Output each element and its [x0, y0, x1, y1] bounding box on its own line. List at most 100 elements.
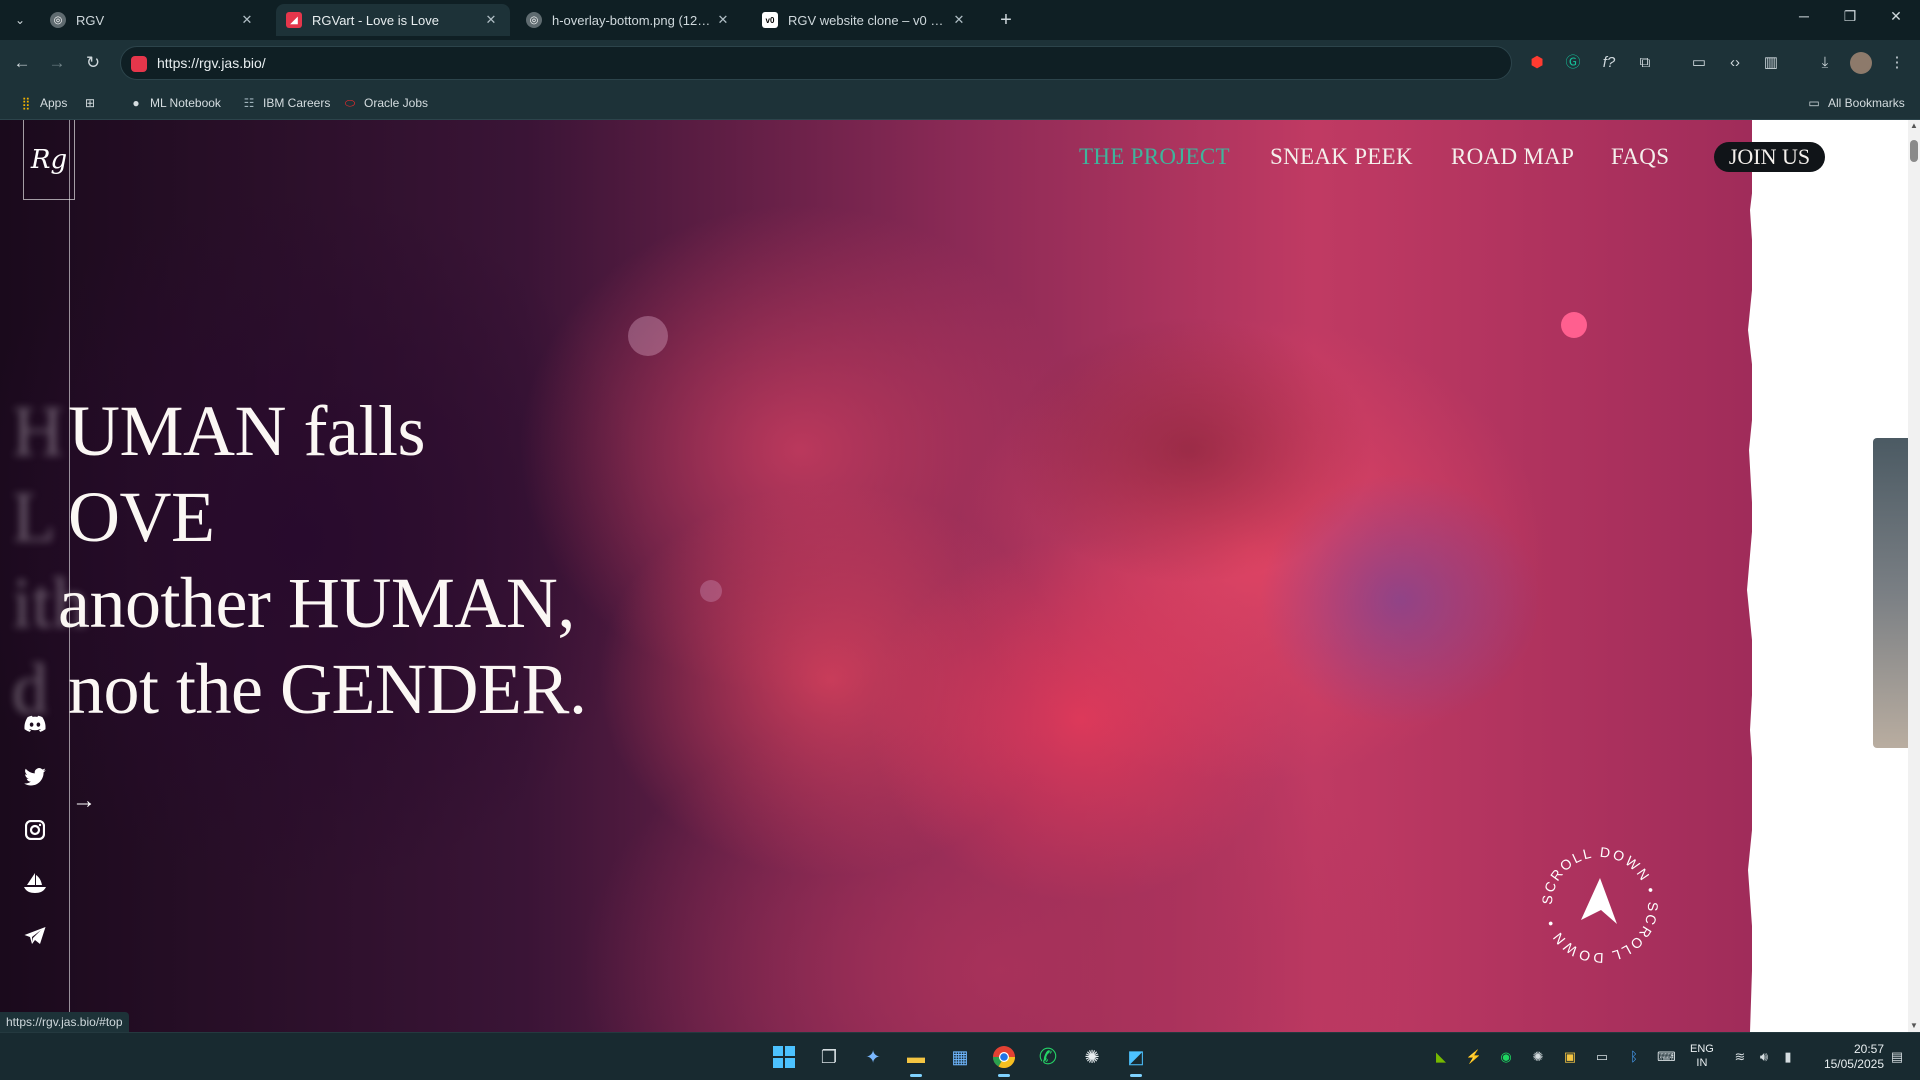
tab-title: RGV — [76, 12, 105, 28]
scrollbar-thumb[interactable] — [1910, 140, 1918, 162]
windows-taskbar: ❐ ✦ ▬ ▦ ✆ ✺ ◩ ◣ ⚡ ◉ ✺ ▣ ▭ ᛒ ⌨ ENG IN ≋ 🔊… — [0, 1032, 1920, 1080]
page-scrollbar[interactable]: ▲ ▼ — [1908, 120, 1920, 1032]
lang-code: ENG — [1690, 1043, 1714, 1055]
language-indicator[interactable]: ENG IN — [1690, 1042, 1714, 1070]
headline-line-3: another HUMAN, — [58, 563, 575, 643]
paint-icon[interactable]: ◩ — [1120, 1041, 1152, 1077]
whatsapp-icon[interactable]: ✆ — [1032, 1041, 1064, 1073]
bookmark-oracle-jobs[interactable]: ⬭ Oracle Jobs — [342, 95, 428, 111]
close-tab-icon[interactable]: ✕ — [238, 12, 256, 28]
bluetooth-icon[interactable]: ᛒ — [1625, 1048, 1643, 1066]
download-icon[interactable]: ⤓ — [1814, 52, 1836, 74]
profile-avatar[interactable] — [1850, 52, 1872, 74]
instagram-icon[interactable] — [21, 816, 49, 844]
store-icon[interactable]: ▦ — [944, 1041, 976, 1073]
battery-icon[interactable]: ▮ — [1779, 1048, 1797, 1066]
site-logo[interactable]: Rg — [23, 120, 75, 200]
web-page: Rg THE PROJECT SNEAK PEEK ROAD MAP FAQS … — [0, 120, 1908, 1032]
headline-ghost-text: d — [12, 649, 48, 729]
tab-h-overlay[interactable]: ◎ h-overlay-bottom.png (1240×5 ✕ — [516, 4, 742, 36]
folder-icon: ▭ — [1808, 96, 1820, 110]
nav-the-project[interactable]: THE PROJECT — [1079, 144, 1230, 170]
browser-tab-strip: ⌄ ◎ RGV ✕ ◢ RGVart - Love is Love ✕ ◎ h-… — [0, 0, 1920, 40]
opensea-icon[interactable] — [21, 869, 49, 897]
chrome-icon[interactable] — [988, 1041, 1020, 1077]
windows-start-icon[interactable] — [768, 1041, 800, 1073]
keyboard-icon[interactable]: ⌨ — [1657, 1048, 1676, 1066]
tab-title: h-overlay-bottom.png (1240×5 — [552, 12, 714, 28]
tab-rgv[interactable]: ◎ RGV ✕ — [40, 4, 266, 36]
scroll-down-badge[interactable]: SCROLL DOWN • SCROLL DOWN • — [1535, 840, 1665, 970]
system-clock[interactable]: 20:57 15/05/2025 — [1810, 1042, 1884, 1072]
bookmark-tab-groups[interactable]: ⊞ — [82, 95, 104, 111]
github-icon: ● — [132, 96, 140, 110]
headline-line-2: OVE — [68, 477, 215, 557]
tab-rgvart[interactable]: ◢ RGVart - Love is Love ✕ — [276, 4, 510, 36]
wifi-icon[interactable]: ≋ — [1731, 1048, 1749, 1066]
close-tab-icon[interactable]: ✕ — [950, 12, 968, 28]
all-bookmarks[interactable]: ▭ All Bookmarks — [1806, 95, 1904, 111]
torn-edge — [1747, 120, 1766, 1032]
ublock-icon[interactable]: ⬢ — [1526, 52, 1548, 74]
hero-headline: H UMAN falls L OVE ith another HUMAN, d … — [0, 390, 700, 734]
bookmark-ml-notebook[interactable]: ● ML Notebook — [128, 95, 221, 111]
next-slide-preview[interactable] — [1873, 438, 1908, 748]
reload-icon[interactable]: ↻ — [81, 51, 105, 75]
back-icon[interactable]: ← — [10, 51, 34, 75]
notes-icon[interactable]: ▣ — [1561, 1048, 1579, 1066]
bookmark-label: ML Notebook — [150, 96, 221, 110]
device-icon[interactable]: ▭ — [1593, 1048, 1611, 1066]
join-us-button[interactable]: JOIN US — [1714, 142, 1825, 172]
oracle-icon: ⬭ — [344, 95, 356, 110]
headline-line-1: UMAN falls — [68, 391, 425, 471]
close-tab-icon[interactable]: ✕ — [714, 12, 732, 28]
extensions-puzzle-icon[interactable]: ⧉ — [1634, 52, 1656, 74]
reading-mode-icon[interactable]: ▭ — [1688, 52, 1710, 74]
bokeh-dot — [700, 580, 722, 602]
chatgpt-icon[interactable]: ✺ — [1076, 1041, 1108, 1073]
font-extension-icon[interactable]: f? — [1598, 52, 1620, 74]
bookmark-ibm-careers[interactable]: ☷ IBM Careers — [241, 95, 331, 111]
tab-groups-icon: ⊞ — [84, 96, 96, 110]
address-bar[interactable]: https://rgv.jas.bio/ — [120, 46, 1512, 80]
arrow-right-icon[interactable]: → — [72, 788, 98, 814]
bokeh-dot-pink — [1561, 312, 1587, 338]
clock-date: 15/05/2025 — [1823, 1057, 1884, 1071]
lang-region: IN — [1696, 1057, 1708, 1069]
bookmark-apps[interactable]: ⣿ Apps — [18, 95, 68, 111]
nvidia-icon[interactable]: ◣ — [1432, 1048, 1450, 1066]
file-explorer-icon[interactable]: ▬ — [900, 1041, 932, 1077]
telegram-icon[interactable] — [21, 922, 49, 950]
bolt-icon[interactable]: ⚡ — [1465, 1048, 1483, 1066]
minimize-icon[interactable]: ─ — [1789, 8, 1819, 24]
volume-icon[interactable]: 🔊︎ — [1755, 1048, 1773, 1066]
tab-v0-clone[interactable]: v0 RGV website clone – v0 by Verc ✕ — [752, 4, 978, 36]
twitter-icon[interactable] — [21, 763, 49, 791]
forward-icon[interactable]: → — [45, 51, 69, 75]
spotify-icon[interactable]: ◉ — [1497, 1048, 1515, 1066]
new-tab-button[interactable]: + — [994, 8, 1018, 32]
devtools-code-icon[interactable]: ‹› — [1724, 52, 1746, 74]
menu-kebab-icon[interactable]: ⋮ — [1886, 52, 1908, 74]
chatgpt-tray-icon[interactable]: ✺ — [1529, 1048, 1547, 1066]
tab-search-icon[interactable]: ⌄ — [8, 8, 32, 32]
task-view-icon[interactable]: ❐ — [813, 1041, 845, 1073]
notification-icon[interactable]: ▤ — [1888, 1048, 1906, 1066]
side-panel-icon[interactable]: ▥ — [1760, 52, 1782, 74]
scroll-up-icon[interactable]: ▲ — [1908, 120, 1920, 132]
restore-icon[interactable]: ❐ — [1835, 8, 1865, 25]
close-window-icon[interactable]: ✕ — [1881, 8, 1911, 25]
copilot-icon[interactable]: ✦ — [857, 1041, 889, 1073]
nav-sneak-peek[interactable]: SNEAK PEEK — [1270, 144, 1413, 170]
nav-road-map[interactable]: ROAD MAP — [1451, 144, 1574, 170]
headline-line-4: not the GENDER. — [68, 649, 587, 729]
address-url[interactable]: https://rgv.jas.bio/ — [157, 55, 266, 71]
scroll-down-icon[interactable]: ▼ — [1908, 1020, 1920, 1032]
grammarly-icon[interactable]: Ⓖ — [1562, 52, 1584, 74]
close-tab-icon[interactable]: ✕ — [482, 12, 500, 28]
nav-faqs[interactable]: FAQS — [1611, 144, 1669, 170]
tab-title: RGV website clone – v0 by Verc — [788, 12, 950, 28]
rgv-favicon-icon: ◢ — [286, 12, 302, 28]
globe-icon: ◎ — [526, 12, 542, 28]
bookmark-label: Oracle Jobs — [364, 96, 429, 110]
